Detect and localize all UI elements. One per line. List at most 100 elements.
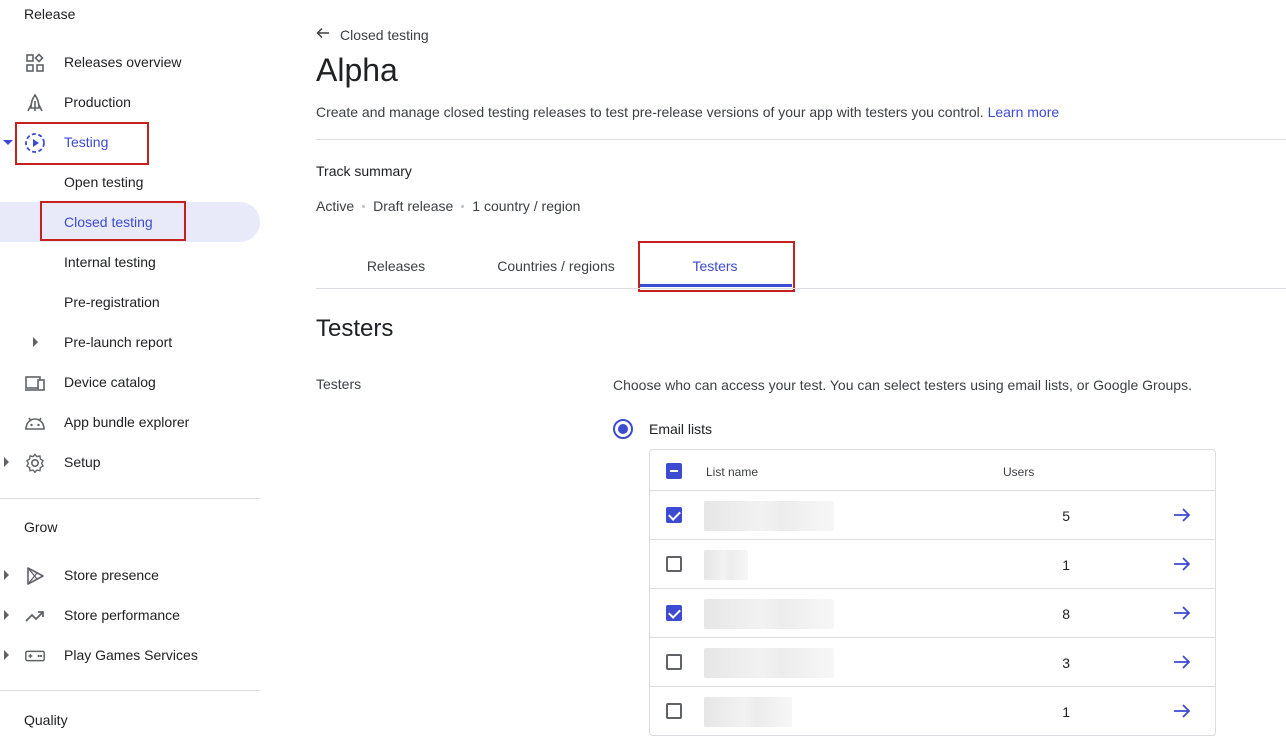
row-checkbox[interactable] xyxy=(666,605,682,621)
android-icon xyxy=(24,412,46,434)
sidebar-item-label: Pre-launch report xyxy=(64,334,173,350)
row-checkbox[interactable] xyxy=(666,703,682,719)
users-count: 8 xyxy=(1062,606,1070,622)
table-row[interactable]: 5 xyxy=(650,491,1215,540)
gamepad-icon xyxy=(24,645,46,667)
email-lists-radio[interactable] xyxy=(613,419,633,439)
table-row[interactable]: 3 xyxy=(650,638,1215,687)
page-title: Alpha xyxy=(316,52,398,88)
sidebar-item-label: Pre-registration xyxy=(64,294,160,310)
arrow-forward-icon[interactable] xyxy=(1172,505,1192,525)
sidebar-item-label: Store performance xyxy=(64,607,180,623)
sidebar-item-label: Production xyxy=(64,94,131,110)
separator-dot xyxy=(461,204,465,208)
tab-releases[interactable]: Releases xyxy=(316,258,476,274)
arrow-forward-icon[interactable] xyxy=(1172,701,1192,721)
section-title-grow: Grow xyxy=(24,519,58,535)
email-lists-table: List name Users 5 1 8 3 1 xyxy=(649,449,1216,736)
sidebar: Release Releases overview Production Tes… xyxy=(0,0,260,752)
table-row[interactable]: 8 xyxy=(650,589,1215,638)
users-count: 1 xyxy=(1062,704,1070,720)
chevron-right-icon[interactable] xyxy=(33,337,38,347)
row-checkbox[interactable] xyxy=(666,654,682,670)
sidebar-item-store-performance[interactable]: Store performance xyxy=(0,595,260,635)
users-count: 1 xyxy=(1062,557,1070,573)
table-row[interactable]: 1 xyxy=(650,540,1215,589)
track-release: Draft release xyxy=(373,198,454,214)
highlight-box xyxy=(40,201,186,241)
testers-description: Choose who can access your test. You can… xyxy=(613,377,1192,393)
track-status: Active xyxy=(316,198,355,214)
sidebar-item-pre-launch-report[interactable]: Pre-launch report xyxy=(0,322,260,362)
section-heading: Testers xyxy=(316,315,394,342)
sidebar-item-setup[interactable]: Setup xyxy=(0,442,260,482)
track-summary: Active Draft release 1 country / region xyxy=(316,198,580,214)
redacted-list-name xyxy=(704,697,792,727)
sidebar-divider xyxy=(0,690,260,691)
sidebar-item-label: Releases overview xyxy=(64,54,182,70)
tab-countries-regions[interactable]: Countries / regions xyxy=(476,258,636,274)
chevron-right-icon[interactable] xyxy=(4,610,9,620)
sidebar-item-label: App bundle explorer xyxy=(64,414,190,430)
back-link[interactable]: Closed testing xyxy=(316,26,429,43)
arrow-forward-icon[interactable] xyxy=(1172,652,1192,672)
track-countries: 1 country / region xyxy=(472,198,581,214)
sidebar-item-label: Setup xyxy=(64,454,101,470)
users-count: 5 xyxy=(1062,508,1070,524)
column-header-list-name: List name xyxy=(706,465,759,479)
tabs-divider xyxy=(316,288,1286,289)
sidebar-item-label: Open testing xyxy=(64,174,144,190)
sidebar-item-label: Store presence xyxy=(64,567,159,583)
sidebar-item-label: Device catalog xyxy=(64,374,156,390)
email-lists-label: Email lists xyxy=(649,421,713,437)
sidebar-item-store-presence[interactable]: Store presence xyxy=(0,555,260,595)
chevron-down-icon[interactable] xyxy=(3,140,13,145)
chevron-right-icon[interactable] xyxy=(4,650,9,660)
row-checkbox[interactable] xyxy=(666,556,682,572)
separator-dot xyxy=(362,204,366,208)
arrow-forward-icon[interactable] xyxy=(1172,554,1192,574)
redacted-list-name xyxy=(704,550,748,580)
section-title-quality: Quality xyxy=(24,712,68,728)
devices-icon xyxy=(24,372,46,394)
chevron-right-icon[interactable] xyxy=(4,570,9,580)
gear-icon xyxy=(24,452,46,474)
chevron-right-icon[interactable] xyxy=(4,457,9,467)
redacted-list-name xyxy=(704,599,834,629)
page-description: Create and manage closed testing release… xyxy=(316,104,1059,120)
highlight-box xyxy=(15,122,149,165)
sidebar-item-internal-testing[interactable]: Internal testing xyxy=(0,242,260,282)
track-summary-title: Track summary xyxy=(316,163,412,179)
learn-more-link[interactable]: Learn more xyxy=(988,104,1060,120)
sidebar-item-app-bundle-explorer[interactable]: App bundle explorer xyxy=(0,402,260,442)
users-count: 3 xyxy=(1062,655,1070,671)
sidebar-item-open-testing[interactable]: Open testing xyxy=(0,162,260,202)
sidebar-item-play-games-services[interactable]: Play Games Services xyxy=(0,635,260,675)
sidebar-item-pre-registration[interactable]: Pre-registration xyxy=(0,282,260,322)
arrow-forward-icon[interactable] xyxy=(1172,603,1192,623)
highlight-box xyxy=(638,241,795,292)
sidebar-item-releases-overview[interactable]: Releases overview xyxy=(0,42,260,82)
back-link-label: Closed testing xyxy=(340,26,429,43)
table-header: List name Users xyxy=(650,450,1215,491)
play-icon xyxy=(24,565,46,587)
table-row[interactable]: 1 xyxy=(650,687,1215,736)
page-description-text: Create and manage closed testing release… xyxy=(316,104,984,120)
testers-field-label: Testers xyxy=(316,376,362,392)
redacted-list-name xyxy=(704,648,834,678)
main-content: Closed testing Alpha Create and manage c… xyxy=(316,0,1286,752)
row-checkbox[interactable] xyxy=(666,507,682,523)
arrow-back-icon xyxy=(316,26,330,43)
column-header-users: Users xyxy=(1003,465,1035,479)
dashboard-icon xyxy=(24,52,46,74)
sidebar-item-device-catalog[interactable]: Device catalog xyxy=(0,362,260,402)
header-divider xyxy=(316,139,1286,140)
redacted-list-name xyxy=(704,501,834,531)
sidebar-item-production[interactable]: Production xyxy=(0,82,260,122)
sidebar-item-label: Internal testing xyxy=(64,254,156,270)
trending-icon xyxy=(24,605,46,627)
sidebar-divider xyxy=(0,498,260,499)
rocket-icon xyxy=(24,92,46,114)
section-title-release: Release xyxy=(24,6,76,22)
select-all-checkbox[interactable] xyxy=(666,463,682,479)
